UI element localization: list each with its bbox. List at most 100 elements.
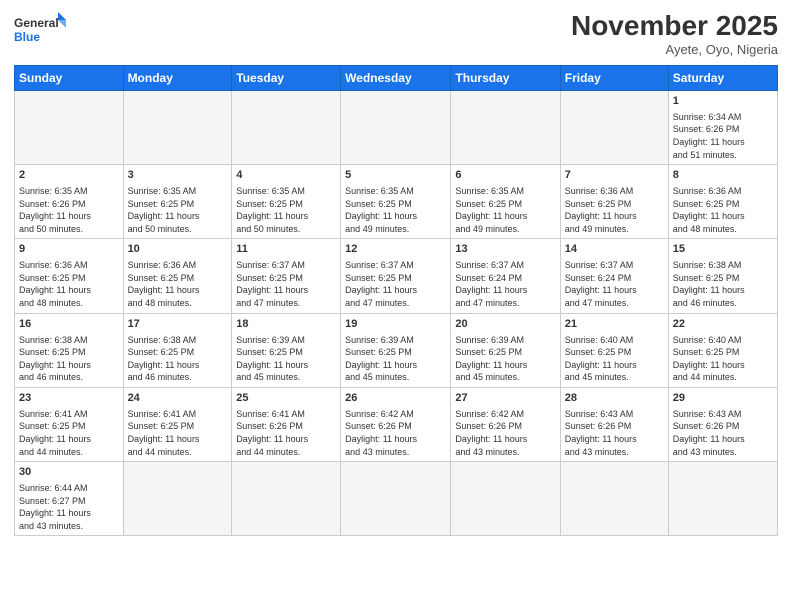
calendar-table: SundayMondayTuesdayWednesdayThursdayFrid… [14,65,778,536]
calendar-cell-1-5: 7Sunrise: 6:36 AM Sunset: 6:25 PM Daylig… [560,165,668,239]
day-info: Sunrise: 6:41 AM Sunset: 6:25 PM Dayligh… [19,408,119,458]
calendar-cell-1-1: 3 Sunrise: 6:35 AM Sunset: 6:25 PM Daylig… [123,165,232,239]
week-row-1: 2Sunrise: 6:35 AM Sunset: 6:26 PM Daylig… [15,165,778,239]
day-info: Sunrise: 6:39 AM Sunset: 6:25 PM Dayligh… [236,334,336,384]
day-number: 30 [19,465,119,480]
day-info: Sunrise: 6:36 AM Sunset: 6:25 PM Dayligh… [673,185,773,235]
day-info: Sunrise: 6:43 AM Sunset: 6:26 PM Dayligh… [565,408,664,458]
calendar-cell-1-6: 8Sunrise: 6:36 AM Sunset: 6:25 PM Daylig… [668,165,777,239]
day-info: Sunrise: 6:35 AM Sunset: 6:25 PM Dayligh… [345,185,446,235]
calendar-cell-4-1: 24 Sunrise: 6:41 AM Sunset: 6:25 PM Dayli… [123,387,232,461]
calendar-cell-5-4 [451,462,560,536]
calendar-cell-3-6: 22Sunrise: 6:40 AM Sunset: 6:25 PM Dayli… [668,313,777,387]
day-info: Sunrise: 6:43 AM Sunset: 6:26 PM Dayligh… [673,408,773,458]
calendar-cell-4-2: 25 Sunrise: 6:41 AM Sunset: 6:26 PM Dayli… [232,387,341,461]
day-number: 4 [236,168,336,183]
day-info: Sunrise: 6:41 AM Sunset: 6:26 PM Dayligh… [236,408,336,458]
day-number: 5 [345,168,446,183]
weekday-header-row: SundayMondayTuesdayWednesdayThursdayFrid… [15,66,778,91]
day-info: Sunrise: 6:38 AM Sunset: 6:25 PM Dayligh… [128,334,228,384]
day-number: 10 [128,242,228,257]
calendar-cell-5-6 [668,462,777,536]
calendar-cell-2-2: 11Sunrise: 6:37 AM Sunset: 6:25 PM Dayli… [232,239,341,313]
day-number: 22 [673,317,773,332]
day-number: 19 [345,317,446,332]
day-info: Sunrise: 6:36 AM Sunset: 6:25 PM Dayligh… [19,259,119,309]
calendar-cell-2-5: 14 Sunrise: 6:37 AM Sunset: 6:24 PM Dayli… [560,239,668,313]
calendar-cell-5-5 [560,462,668,536]
weekday-tuesday: Tuesday [232,66,341,91]
calendar-cell-0-4 [451,91,560,165]
week-row-4: 23 Sunrise: 6:41 AM Sunset: 6:25 PM Dayli… [15,387,778,461]
day-number: 13 [455,242,555,257]
calendar-cell-0-2 [232,91,341,165]
calendar-cell-5-1 [123,462,232,536]
day-number: 11 [236,242,336,257]
weekday-saturday: Saturday [668,66,777,91]
day-number: 23 [19,391,119,406]
day-info: Sunrise: 6:37 AM Sunset: 6:24 PM Dayligh… [455,259,555,309]
day-number: 14 [565,242,664,257]
day-number: 1 [673,94,773,109]
month-title: November 2025 [571,10,778,42]
day-number: 3 [128,168,228,183]
day-info: Sunrise: 6:34 AM Sunset: 6:26 PM Dayligh… [673,111,773,161]
calendar-cell-3-3: 19 Sunrise: 6:39 AM Sunset: 6:25 PM Dayli… [341,313,451,387]
calendar-cell-3-1: 17Sunrise: 6:38 AM Sunset: 6:25 PM Dayli… [123,313,232,387]
calendar-cell-0-6: 1 Sunrise: 6:34 AM Sunset: 6:26 PM Daylig… [668,91,777,165]
day-number: 15 [673,242,773,257]
calendar-cell-0-3 [341,91,451,165]
day-number: 9 [19,242,119,257]
header: General Blue November 2025 Ayete, Oyo, N… [14,10,778,57]
calendar-cell-3-2: 18Sunrise: 6:39 AM Sunset: 6:25 PM Dayli… [232,313,341,387]
page: General Blue November 2025 Ayete, Oyo, N… [0,0,792,612]
svg-text:General: General [14,16,59,30]
calendar-cell-5-2 [232,462,341,536]
day-info: Sunrise: 6:42 AM Sunset: 6:26 PM Dayligh… [345,408,446,458]
week-row-0: 1 Sunrise: 6:34 AM Sunset: 6:26 PM Daylig… [15,91,778,165]
week-row-2: 9 Sunrise: 6:36 AM Sunset: 6:25 PM Daylig… [15,239,778,313]
calendar-cell-0-5 [560,91,668,165]
calendar-cell-1-3: 5 Sunrise: 6:35 AM Sunset: 6:25 PM Daylig… [341,165,451,239]
day-info: Sunrise: 6:41 AM Sunset: 6:25 PM Dayligh… [128,408,228,458]
calendar-cell-4-0: 23 Sunrise: 6:41 AM Sunset: 6:25 PM Dayli… [15,387,124,461]
day-number: 16 [19,317,119,332]
calendar-cell-1-0: 2Sunrise: 6:35 AM Sunset: 6:26 PM Daylig… [15,165,124,239]
day-info: Sunrise: 6:37 AM Sunset: 6:25 PM Dayligh… [345,259,446,309]
logo-svg: General Blue [14,10,66,50]
day-info: Sunrise: 6:36 AM Sunset: 6:25 PM Dayligh… [128,259,228,309]
calendar-cell-4-6: 29 Sunrise: 6:43 AM Sunset: 6:26 PM Dayli… [668,387,777,461]
day-number: 24 [128,391,228,406]
day-info: Sunrise: 6:38 AM Sunset: 6:25 PM Dayligh… [673,259,773,309]
calendar-cell-3-4: 20 Sunrise: 6:39 AM Sunset: 6:25 PM Dayli… [451,313,560,387]
calendar-cell-2-6: 15 Sunrise: 6:38 AM Sunset: 6:25 PM Dayli… [668,239,777,313]
calendar-cell-2-4: 13 Sunrise: 6:37 AM Sunset: 6:24 PM Dayli… [451,239,560,313]
weekday-friday: Friday [560,66,668,91]
day-info: Sunrise: 6:42 AM Sunset: 6:26 PM Dayligh… [455,408,555,458]
weekday-monday: Monday [123,66,232,91]
title-block: November 2025 Ayete, Oyo, Nigeria [571,10,778,57]
day-number: 6 [455,168,555,183]
calendar-cell-4-5: 28 Sunrise: 6:43 AM Sunset: 6:26 PM Dayli… [560,387,668,461]
calendar-cell-2-0: 9 Sunrise: 6:36 AM Sunset: 6:25 PM Daylig… [15,239,124,313]
calendar-cell-3-0: 16Sunrise: 6:38 AM Sunset: 6:25 PM Dayli… [15,313,124,387]
day-number: 29 [673,391,773,406]
day-number: 20 [455,317,555,332]
day-info: Sunrise: 6:35 AM Sunset: 6:25 PM Dayligh… [236,185,336,235]
calendar-cell-0-0 [15,91,124,165]
day-info: Sunrise: 6:35 AM Sunset: 6:25 PM Dayligh… [455,185,555,235]
week-row-5: 30Sunrise: 6:44 AM Sunset: 6:27 PM Dayli… [15,462,778,536]
calendar-cell-2-1: 10 Sunrise: 6:36 AM Sunset: 6:25 PM Dayli… [123,239,232,313]
day-info: Sunrise: 6:39 AM Sunset: 6:25 PM Dayligh… [345,334,446,384]
day-info: Sunrise: 6:40 AM Sunset: 6:25 PM Dayligh… [565,334,664,384]
calendar-cell-4-3: 26Sunrise: 6:42 AM Sunset: 6:26 PM Dayli… [341,387,451,461]
day-number: 7 [565,168,664,183]
day-info: Sunrise: 6:35 AM Sunset: 6:25 PM Dayligh… [128,185,228,235]
day-number: 25 [236,391,336,406]
day-info: Sunrise: 6:37 AM Sunset: 6:24 PM Dayligh… [565,259,664,309]
weekday-sunday: Sunday [15,66,124,91]
day-number: 28 [565,391,664,406]
day-number: 21 [565,317,664,332]
day-info: Sunrise: 6:39 AM Sunset: 6:25 PM Dayligh… [455,334,555,384]
calendar-cell-5-3 [341,462,451,536]
